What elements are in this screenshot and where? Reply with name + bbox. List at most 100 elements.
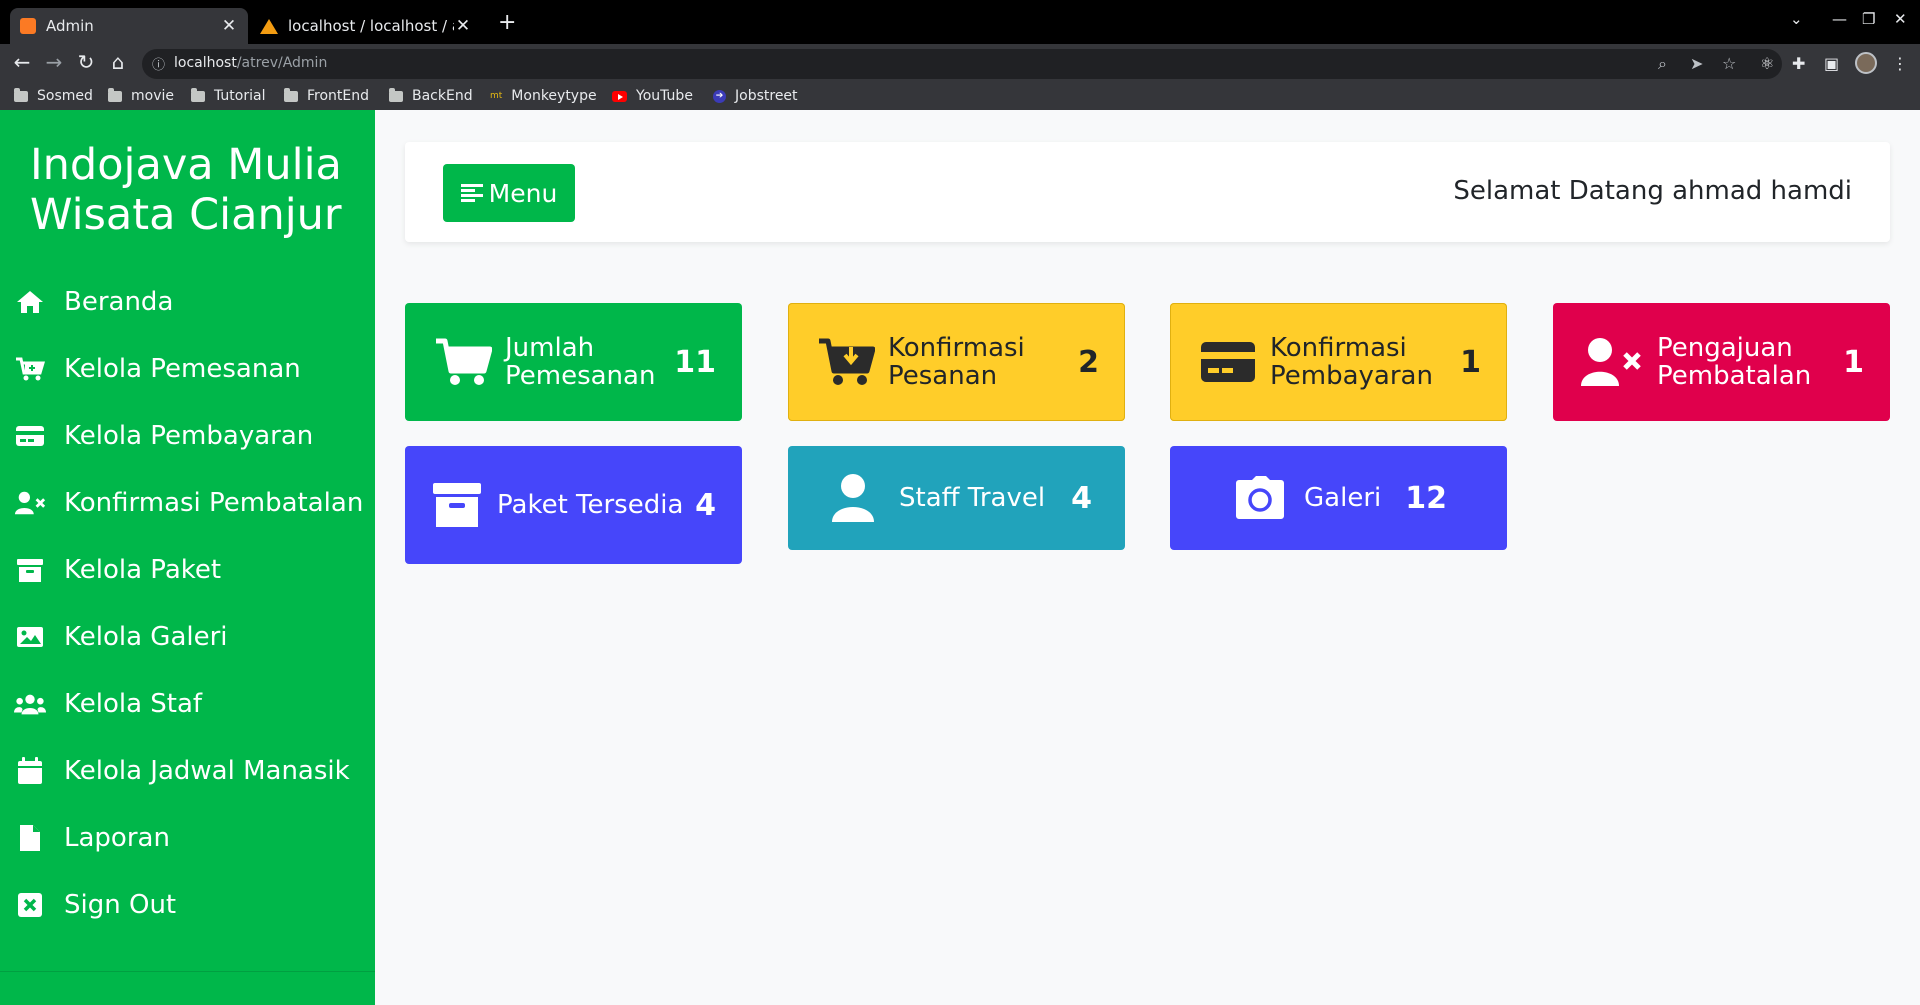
credit-card-icon <box>1188 327 1268 397</box>
sidebar-item-beranda[interactable]: Beranda <box>14 282 173 322</box>
sidebar-item-label: Beranda <box>64 287 174 317</box>
card-value: 1 <box>1843 344 1864 380</box>
sidebar-item-kelola-pemesanan[interactable]: Kelola Pemesanan <box>14 349 301 389</box>
card-label: Jumlah Pemesanan <box>505 333 656 391</box>
sidebar-item-label: Kelola Pemesanan <box>64 354 301 384</box>
card-value: 4 <box>1071 480 1092 516</box>
card-label: Paket Tersedia <box>497 490 684 520</box>
back-icon[interactable]: ← <box>8 50 36 74</box>
sidebar-divider <box>0 971 375 972</box>
sidebar-item-label: Konfirmasi Pembatalan <box>64 488 364 518</box>
users-icon <box>14 690 46 718</box>
brand-title: Indojava Mulia Wisata Cianjur <box>30 140 342 240</box>
address-bar[interactable]: ⓘ localhost/atrev/Admin ⌕ ➤ ☆ <box>142 49 1782 79</box>
image-icon <box>14 623 46 651</box>
camera-icon <box>1230 463 1290 533</box>
home-icon[interactable]: ⌂ <box>104 50 132 74</box>
welcome-text: Selamat Datang ahmad hamdi <box>1453 176 1852 206</box>
browser-tab-phpmyadmin[interactable]: localhost / localhost / atrev ✕ <box>250 8 482 44</box>
bookmark-jobstreet[interactable]: ➔ Jobstreet <box>713 88 798 104</box>
tab-title: localhost / localhost / atrev <box>288 17 454 35</box>
folder-icon <box>389 87 403 102</box>
bookmark-sosmed[interactable]: Sosmed <box>14 87 93 104</box>
send-icon[interactable]: ➤ <box>1690 54 1703 73</box>
bookmark-movie[interactable]: movie <box>108 87 174 104</box>
minimize-icon[interactable]: — <box>1832 10 1847 28</box>
sidebar-item-kelola-staf[interactable]: Kelola Staf <box>14 684 202 724</box>
restore-icon[interactable]: ❐ <box>1862 10 1875 28</box>
new-tab-button[interactable]: + <box>498 10 516 35</box>
cart-icon <box>423 327 503 397</box>
puzzle-icon[interactable]: ✚ <box>1792 54 1805 73</box>
calendar-icon <box>14 757 46 785</box>
window-close-icon[interactable]: ✕ <box>1894 10 1907 28</box>
sidebar-item-kelola-pembayaran[interactable]: Kelola Pembayaran <box>14 416 313 456</box>
menu-button[interactable]: Menu <box>443 164 575 222</box>
browser-toolbar: ← → ↻ ⌂ ⓘ localhost/atrev/Admin ⌕ ➤ ☆ ⚛ … <box>0 44 1920 84</box>
card-galeri[interactable]: Galeri 12 <box>1170 446 1507 550</box>
sidebar-item-kelola-jadwal-manasik[interactable]: Kelola Jadwal Manasik <box>14 751 350 791</box>
profile-avatar[interactable] <box>1855 52 1877 74</box>
card-staff-travel[interactable]: Staff Travel 4 <box>788 446 1125 550</box>
menu-button-label: Menu <box>488 178 558 208</box>
credit-card-icon <box>14 422 46 450</box>
reload-icon[interactable]: ↻ <box>72 50 100 74</box>
card-value: 1 <box>1460 344 1481 380</box>
archive-icon <box>14 556 46 584</box>
card-label: Staff Travel <box>899 483 1046 513</box>
sidebar-item-kelola-paket[interactable]: Kelola Paket <box>14 550 221 590</box>
file-icon <box>14 824 46 852</box>
bookmark-youtube[interactable]: YouTube <box>612 88 693 104</box>
address-url: localhost/atrev/Admin <box>174 55 328 71</box>
user-x-icon <box>14 489 46 517</box>
card-pengajuan-pembatalan[interactable]: Pengajuan Pembatalan 1 <box>1553 303 1890 421</box>
card-konfirmasi-pesanan[interactable]: Konfirmasi Pesanan 2 <box>788 303 1125 421</box>
monkeytype-icon: mt <box>490 91 503 101</box>
close-icon[interactable]: ✕ <box>220 16 238 36</box>
bookmark-backend[interactable]: BackEnd <box>389 87 473 104</box>
sidebar-item-konfirmasi-pembatalan[interactable]: Konfirmasi Pembatalan <box>14 483 363 523</box>
card-jumlah-pemesanan[interactable]: Jumlah Pemesanan 11 <box>405 303 742 421</box>
star-icon[interactable]: ☆ <box>1722 54 1736 73</box>
bookmarks-bar: Sosmed movie Tutorial FrontEnd BackEnd m… <box>0 84 1920 110</box>
folder-icon <box>14 87 28 102</box>
bookmark-frontend[interactable]: FrontEnd <box>284 87 369 104</box>
sidebar-item-label: Kelola Staf <box>64 689 203 719</box>
tab-title: Admin <box>46 17 94 35</box>
sidebar-item-label: Kelola Pembayaran <box>64 421 314 451</box>
bookmark-monkeytype[interactable]: mt Monkeytype <box>490 88 597 104</box>
browser-tab-admin[interactable]: Admin ✕ <box>10 8 248 44</box>
card-paket-tersedia[interactable]: Paket Tersedia 4 <box>405 446 742 564</box>
card-label: Galeri <box>1304 483 1382 513</box>
chevron-down-icon[interactable]: ⌄ <box>1790 10 1803 28</box>
folder-icon <box>191 87 205 102</box>
zoom-icon[interactable]: ⌕ <box>1658 54 1667 74</box>
card-konfirmasi-pembayaran[interactable]: Konfirmasi Pembayaran 1 <box>1170 303 1507 421</box>
sidebar-item-kelola-galeri[interactable]: Kelola Galeri <box>14 617 228 657</box>
close-square-icon <box>14 891 46 919</box>
folder-icon <box>108 87 122 102</box>
sidebar-item-label: Kelola Jadwal Manasik <box>64 756 350 786</box>
xampp-icon <box>20 18 36 34</box>
close-icon[interactable]: ✕ <box>454 16 472 36</box>
sidebar: Indojava Mulia Wisata Cianjur Beranda Ke… <box>0 110 375 1005</box>
card-label: Konfirmasi Pesanan <box>888 333 1025 391</box>
phpmyadmin-icon <box>260 18 278 34</box>
card-value: 12 <box>1405 480 1447 516</box>
sidebar-item-sign-out[interactable]: Sign Out <box>14 885 176 925</box>
info-icon[interactable]: ⓘ <box>152 54 165 73</box>
menu-lines-icon <box>460 183 483 203</box>
user-x-icon <box>1571 327 1651 397</box>
side-panel-icon[interactable]: ▣ <box>1824 54 1839 73</box>
forward-icon[interactable]: → <box>40 50 68 74</box>
kebab-menu-icon[interactable]: ⋮ <box>1892 54 1908 73</box>
sidebar-item-label: Sign Out <box>64 890 177 920</box>
archive-icon <box>417 470 497 540</box>
top-bar: Menu Selamat Datang ahmad hamdi <box>405 142 1890 242</box>
bookmark-tutorial[interactable]: Tutorial <box>191 87 265 104</box>
cart-download-icon <box>806 327 886 397</box>
main-content: Menu Selamat Datang ahmad hamdi Jumlah P… <box>375 110 1920 1005</box>
extension-react-icon[interactable]: ⚛ <box>1760 54 1774 73</box>
sidebar-item-laporan[interactable]: Laporan <box>14 818 170 858</box>
tab-strip: Admin ✕ localhost / localhost / atrev ✕ … <box>0 0 1920 44</box>
